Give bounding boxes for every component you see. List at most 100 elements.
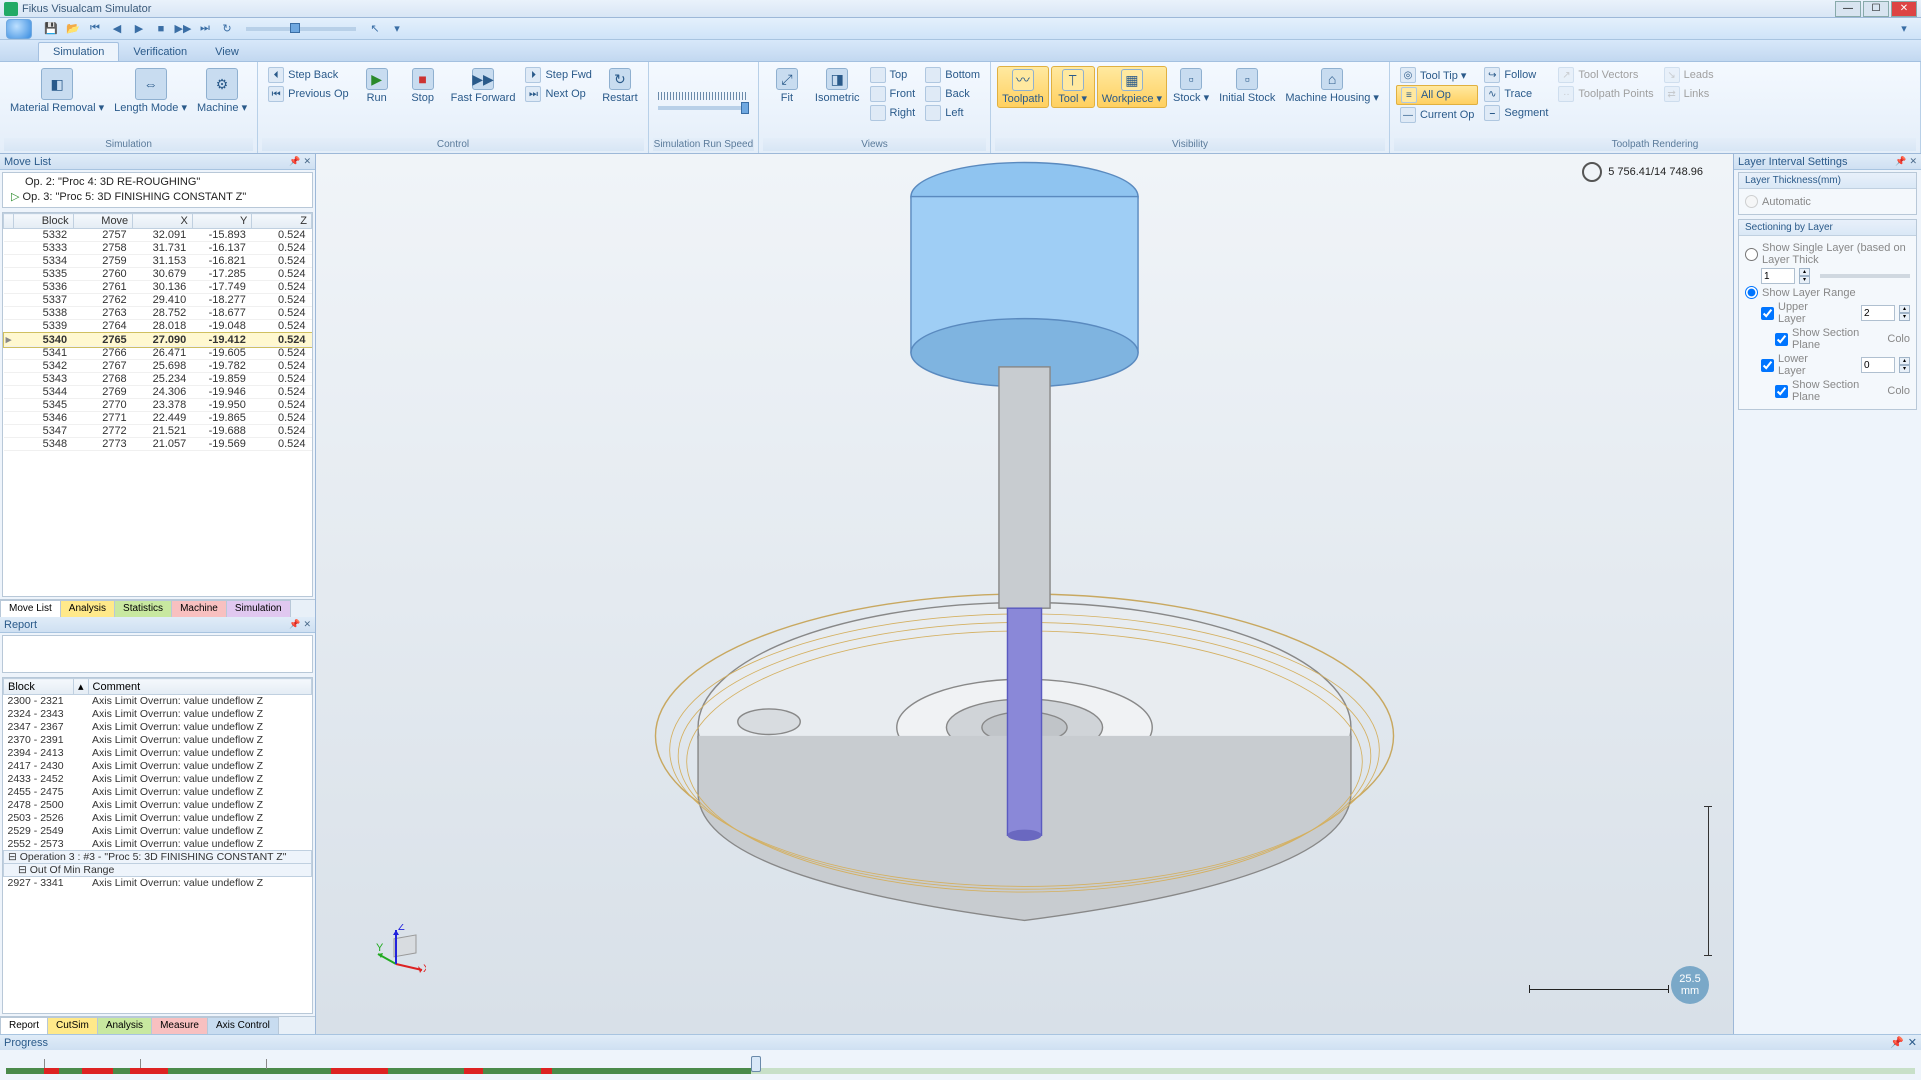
next-op-button[interactable]: ⏭Next Op bbox=[521, 85, 595, 103]
prev-icon[interactable]: ◀ bbox=[108, 20, 126, 38]
workpiece-button[interactable]: ▦Workpiece ▾ bbox=[1097, 66, 1167, 108]
current-op-button[interactable]: —Current Op bbox=[1396, 106, 1478, 124]
table-row[interactable]: 5338276328.752-18.6770.524 bbox=[4, 307, 312, 320]
spin-up-icon[interactable]: ▴ bbox=[1799, 268, 1810, 276]
trace-button[interactable]: ∿Trace bbox=[1480, 85, 1552, 103]
col-block[interactable]: Block bbox=[14, 214, 74, 229]
step-fwd-button[interactable]: ⏵Step Fwd bbox=[521, 66, 595, 84]
progress-thumb[interactable] bbox=[751, 1056, 761, 1072]
show-layer-range-radio[interactable]: Show Layer Range bbox=[1745, 286, 1910, 299]
top-button[interactable]: Top bbox=[866, 66, 920, 84]
tool-vectors-button[interactable]: ↗Tool Vectors bbox=[1554, 66, 1657, 84]
tab-analysis[interactable]: Analysis bbox=[60, 600, 115, 617]
tab-move-list[interactable]: Move List bbox=[0, 600, 61, 617]
close-pane-icon[interactable]: ✕ bbox=[303, 156, 311, 167]
spin-down-icon[interactable]: ▾ bbox=[1799, 276, 1810, 284]
table-row[interactable]: 2552 - 2573Axis Limit Overrun: value und… bbox=[4, 838, 312, 851]
follow-button[interactable]: ↪Follow bbox=[1480, 66, 1552, 84]
table-row[interactable]: 5332275732.091-15.8930.524 bbox=[4, 229, 312, 242]
previous-op-button[interactable]: ⏮Previous Op bbox=[264, 85, 353, 103]
material-removal-button[interactable]: ◧Material Removal ▾ bbox=[6, 66, 108, 116]
tab-analysis2[interactable]: Analysis bbox=[97, 1017, 152, 1034]
fast-forward-button[interactable]: ▶▶Fast Forward bbox=[447, 66, 520, 106]
tab-machine[interactable]: Machine bbox=[171, 600, 227, 617]
links-button[interactable]: ⇄Links bbox=[1660, 85, 1718, 103]
col-y[interactable]: Y bbox=[192, 214, 252, 229]
col-x[interactable]: X bbox=[133, 214, 193, 229]
table-row[interactable]: 2417 - 2430Axis Limit Overrun: value und… bbox=[4, 760, 312, 773]
table-row[interactable]: ▸5340276527.090-19.4120.524 bbox=[4, 333, 312, 347]
table-row[interactable]: 2927 - 3341Axis Limit Overrun: value und… bbox=[4, 877, 312, 890]
toolpath-button[interactable]: 〰Toolpath bbox=[997, 66, 1049, 108]
tab-axis-control[interactable]: Axis Control bbox=[207, 1017, 279, 1034]
table-row[interactable]: 2455 - 2475Axis Limit Overrun: value und… bbox=[4, 786, 312, 799]
show-section-plane-1[interactable]: Show Section Plane Colo bbox=[1761, 327, 1910, 351]
table-row[interactable]: 2478 - 2500Axis Limit Overrun: value und… bbox=[4, 799, 312, 812]
minimize-button[interactable]: — bbox=[1835, 1, 1861, 17]
table-row[interactable]: 2347 - 2367Axis Limit Overrun: value und… bbox=[4, 721, 312, 734]
back-button[interactable]: Back bbox=[921, 85, 984, 103]
tab-statistics[interactable]: Statistics bbox=[114, 600, 172, 617]
next-icon[interactable]: ▶▶ bbox=[174, 20, 192, 38]
stock-button[interactable]: ▫Stock ▾ bbox=[1169, 66, 1213, 106]
leads-button[interactable]: ↘Leads bbox=[1660, 66, 1718, 84]
pin-icon[interactable]: 📌 bbox=[1890, 1036, 1904, 1049]
axis-gizmo[interactable]: X Y Z bbox=[376, 924, 426, 974]
speed-slider[interactable] bbox=[658, 106, 748, 110]
tab-simulation[interactable]: Simulation bbox=[38, 42, 119, 61]
machine-housing-button[interactable]: ⌂Machine Housing ▾ bbox=[1281, 66, 1383, 106]
run-button[interactable]: ▶Run bbox=[355, 66, 399, 106]
tool-button[interactable]: ⟙Tool ▾ bbox=[1051, 66, 1095, 108]
single-layer-input[interactable] bbox=[1761, 268, 1795, 284]
report-grid[interactable]: Block ▴ Comment 2300 - 2321Axis Limit Ov… bbox=[2, 677, 313, 1014]
table-row[interactable]: 5348277321.057-19.5690.524 bbox=[4, 438, 312, 451]
table-row[interactable]: 5342276725.698-19.7820.524 bbox=[4, 360, 312, 373]
machine-button[interactable]: ⚙Machine ▾ bbox=[193, 66, 251, 116]
col-block[interactable]: Block bbox=[4, 679, 74, 695]
show-single-layer-radio[interactable]: Show Single Layer (based on Layer Thick bbox=[1745, 242, 1910, 266]
length-mode-button[interactable]: ⇔Length Mode ▾ bbox=[110, 66, 191, 116]
skip-start-icon[interactable]: ⏮ bbox=[86, 20, 104, 38]
lower-layer-input[interactable] bbox=[1861, 357, 1895, 373]
tab-verification[interactable]: Verification bbox=[119, 43, 201, 61]
app-menu-button[interactable] bbox=[6, 19, 32, 39]
tab-cutsim[interactable]: CutSim bbox=[47, 1017, 98, 1034]
all-op-button[interactable]: ≡All Op bbox=[1396, 85, 1478, 105]
col-sort-icon[interactable]: ▴ bbox=[74, 679, 89, 695]
toolpath-points-button[interactable]: ··Toolpath Points bbox=[1554, 85, 1657, 103]
move-list-grid[interactable]: Block Move X Y Z 5332275732.091-15.8930.… bbox=[2, 212, 313, 597]
table-row[interactable]: 5334275931.153-16.8210.524 bbox=[4, 255, 312, 268]
show-section-plane-2[interactable]: Show Section Plane Colo bbox=[1761, 379, 1910, 403]
table-row[interactable]: 2529 - 2549Axis Limit Overrun: value und… bbox=[4, 825, 312, 838]
skip-end-icon[interactable]: ⏭ bbox=[196, 20, 214, 38]
table-row[interactable]: 5347277221.521-19.6880.524 bbox=[4, 425, 312, 438]
save-icon[interactable]: 💾 bbox=[42, 20, 60, 38]
pin-icon[interactable]: 📌 bbox=[289, 619, 300, 630]
isometric-button[interactable]: ◨Isometric bbox=[811, 66, 864, 106]
table-row[interactable]: 5333275831.731-16.1370.524 bbox=[4, 242, 312, 255]
help-dropdown-icon[interactable]: ▾ bbox=[1895, 20, 1913, 38]
layer-slider[interactable] bbox=[1820, 274, 1910, 278]
table-row[interactable]: 5335276030.679-17.2850.524 bbox=[4, 268, 312, 281]
report-filter-input[interactable] bbox=[2, 635, 313, 673]
tab-report[interactable]: Report bbox=[0, 1017, 48, 1034]
tab-view[interactable]: View bbox=[201, 43, 253, 61]
tool-tip-button[interactable]: ◎Tool Tip ▾ bbox=[1396, 66, 1478, 84]
table-row[interactable]: 2324 - 2343Axis Limit Overrun: value und… bbox=[4, 708, 312, 721]
table-row[interactable]: 2300 - 2321Axis Limit Overrun: value und… bbox=[4, 695, 312, 708]
close-pane-icon[interactable]: ✕ bbox=[303, 619, 311, 630]
close-pane-icon[interactable]: ✕ bbox=[1909, 156, 1917, 167]
table-row[interactable]: 5336276130.136-17.7490.524 bbox=[4, 281, 312, 294]
table-row[interactable]: 5345277023.378-19.9500.524 bbox=[4, 399, 312, 412]
fit-button[interactable]: ⤢Fit bbox=[765, 66, 809, 106]
qat-dropdown-icon[interactable]: ▾ bbox=[388, 20, 406, 38]
left-button[interactable]: Left bbox=[921, 104, 984, 122]
table-row[interactable]: 2503 - 2526Axis Limit Overrun: value und… bbox=[4, 812, 312, 825]
close-button[interactable]: ✕ bbox=[1891, 1, 1917, 17]
table-row[interactable]: 2394 - 2413Axis Limit Overrun: value und… bbox=[4, 747, 312, 760]
tab-measure[interactable]: Measure bbox=[151, 1017, 208, 1034]
tree-node[interactable]: Op. 2: "Proc 4: 3D RE-ROUGHING" bbox=[5, 175, 310, 189]
stop-button[interactable]: ■Stop bbox=[401, 66, 445, 106]
table-row[interactable]: 5341276626.471-19.6050.524 bbox=[4, 347, 312, 360]
table-row[interactable]: 2370 - 2391Axis Limit Overrun: value und… bbox=[4, 734, 312, 747]
